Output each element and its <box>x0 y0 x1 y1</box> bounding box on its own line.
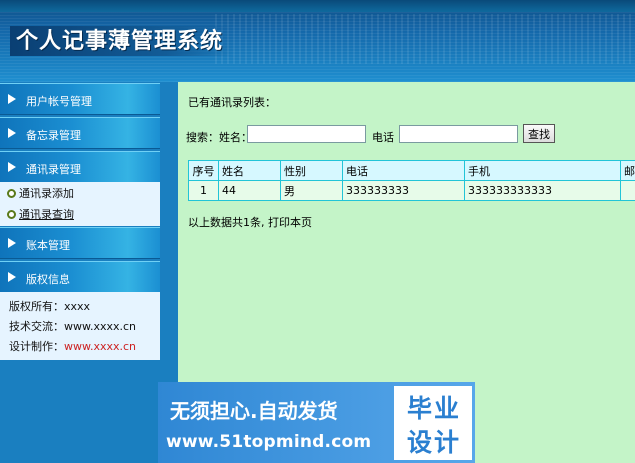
search-name-input[interactable] <box>247 125 366 143</box>
sidebar-item-copyright[interactable]: 版权信息 <box>0 261 160 293</box>
watermark-logo-text: 设计 <box>406 428 461 457</box>
record-summary: 以上数据共1条, 打印本页 <box>188 216 312 229</box>
watermark-logo-text: 毕业 <box>406 394 461 423</box>
bullet-icon <box>7 210 16 219</box>
sidebar-item-ledger[interactable]: 账本管理 <box>0 227 160 259</box>
sidebar-item-contacts[interactable]: 通讯录管理 <box>0 151 160 183</box>
design-label: 设计制作： <box>9 340 64 353</box>
sidebar-item-user-accounts[interactable]: 用户帐号管理 <box>0 83 160 115</box>
design-line: 设计制作：www.xxxx.cn <box>9 338 136 354</box>
page-title: 已有通讯录列表： <box>188 96 276 109</box>
table-cell: 男 <box>280 180 343 201</box>
app-title: 个人记事薄管理系统 <box>16 28 224 54</box>
watermark-slogan: 无须担心.自动发货 <box>170 399 338 423</box>
copyright-value: xxxx <box>64 300 91 313</box>
watermark-url: www.51topmind.com <box>166 432 372 452</box>
submenu-item-label: 通讯录添加 <box>19 187 74 200</box>
search-phone-input[interactable] <box>399 125 518 143</box>
search-name-label: 搜索：姓名： <box>186 131 252 144</box>
arrow-right-icon <box>8 162 16 172</box>
copyright-label: 版权所有： <box>9 300 64 313</box>
tech-link[interactable]: www.xxxx.cn <box>64 320 136 333</box>
sidebar-item-label: 用户帐号管理 <box>26 95 92 108</box>
column-header: 姓名 <box>218 160 281 181</box>
watermark-logo: 毕业 设计 <box>394 386 472 460</box>
arrow-right-icon <box>8 128 16 138</box>
title-box: 个人记事薄管理系统 <box>10 26 234 56</box>
search-button[interactable]: 查找 <box>523 124 555 143</box>
sidebar-item-label: 账本管理 <box>26 239 70 252</box>
column-header: 电话 <box>342 160 465 181</box>
column-header: 手机 <box>464 160 621 181</box>
table-cell: 1 <box>188 180 219 201</box>
arrow-right-icon <box>8 94 16 104</box>
copyright-info: 版权所有：xxxx 技术交流：www.xxxx.cn 设计制作：www.xxxx… <box>0 292 160 360</box>
tech-line: 技术交流：www.xxxx.cn <box>9 318 136 334</box>
tech-label: 技术交流： <box>9 320 64 333</box>
bullet-icon <box>7 189 16 198</box>
header-decoration <box>215 14 635 64</box>
table-header-row: 序号 姓名 性别 电话 手机 邮 <box>188 160 635 181</box>
sidebar-item-label: 版权信息 <box>26 273 70 286</box>
design-link[interactable]: www.xxxx.cn <box>64 340 136 353</box>
sidebar-item-memo[interactable]: 备忘录管理 <box>0 117 160 149</box>
search-bar: 搜索：姓名： 电话 查找 <box>186 124 635 146</box>
header-top-band <box>0 0 635 12</box>
sidebar: 用户帐号管理 备忘录管理 通讯录管理 通讯录添加 通讯录查询 账本管理 版权信息… <box>0 82 162 463</box>
watermark-left: 无须担心.自动发货 www.51topmind.com <box>158 382 390 463</box>
arrow-right-icon <box>8 272 16 282</box>
table-row: 1 44 男 333333333 333333333333 <box>188 180 635 201</box>
table-cell: 333333333333 <box>464 180 621 201</box>
contacts-submenu: 通讯录添加 通讯录查询 <box>0 182 160 226</box>
sidebar-item-label: 通讯录管理 <box>26 163 81 176</box>
arrow-right-icon <box>8 238 16 248</box>
table-cell: 44 <box>218 180 281 201</box>
app-header: 个人记事薄管理系统 <box>0 0 635 82</box>
contacts-table: 序号 姓名 性别 电话 手机 邮 1 44 男 333333333 333333… <box>188 160 635 203</box>
column-header: 序号 <box>188 160 219 181</box>
watermark-banner: 无须担心.自动发货 www.51topmind.com 毕业 设计 <box>158 382 475 463</box>
column-header: 邮 <box>620 160 635 181</box>
column-header: 性别 <box>280 160 343 181</box>
table-cell <box>620 180 635 201</box>
search-phone-label: 电话 <box>372 131 394 144</box>
sidebar-item-label: 备忘录管理 <box>26 129 81 142</box>
table-cell: 333333333 <box>342 180 465 201</box>
submenu-item-label: 通讯录查询 <box>19 208 74 221</box>
copyright-line: 版权所有：xxxx <box>9 298 90 314</box>
